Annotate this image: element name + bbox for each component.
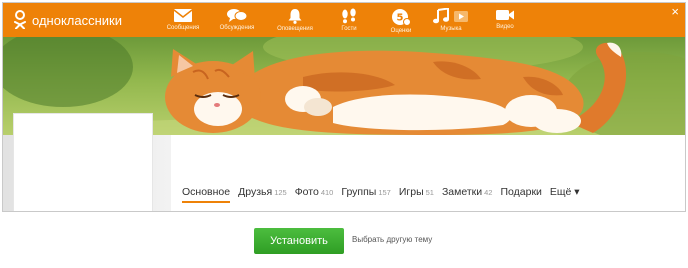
tab-photos[interactable]: Фото 410 <box>295 186 334 203</box>
close-icon[interactable]: × <box>671 5 679 18</box>
footprints-icon <box>342 8 356 24</box>
svg-text:5: 5 <box>397 13 404 24</box>
profile-tabs: Основное Друзья 125 Фото 410 Группы 157 Игр… <box>182 186 588 206</box>
rating-badge-icon: 5 <box>392 9 411 26</box>
nav-label: Сообщения <box>166 25 200 31</box>
tab-count: 125 <box>274 188 287 197</box>
chat-bubbles-icon <box>227 9 248 22</box>
ok-logo[interactable]: одноклассники <box>13 10 122 30</box>
nav-messages[interactable]: Сообщения <box>155 8 211 31</box>
nav-label: Видео <box>496 24 514 30</box>
nav-music[interactable]: Музыка <box>423 8 479 32</box>
nav-discussions[interactable]: Обсуждения <box>209 8 265 31</box>
tab-groups[interactable]: Группы 157 <box>341 186 391 203</box>
nav-video[interactable]: Видео <box>477 8 533 30</box>
tab-count: 51 <box>425 188 434 197</box>
envelope-icon <box>173 9 193 22</box>
tab-label: Фото <box>294 186 319 198</box>
nav-guests[interactable]: Гости <box>321 8 377 32</box>
tab-label: Игры <box>398 186 424 198</box>
choose-other-theme-link[interactable]: Выбрать другую тему <box>352 235 432 244</box>
nav-notifications[interactable]: Оповещения <box>267 8 323 32</box>
tab-friends[interactable]: Друзья 125 <box>238 186 287 203</box>
tab-notes[interactable]: Заметки 42 <box>442 186 493 203</box>
tab-more[interactable]: Ещё ▾ <box>550 186 580 203</box>
bell-icon <box>288 9 302 24</box>
tab-count: 157 <box>378 188 391 197</box>
avatar-footer-strip <box>13 211 153 212</box>
install-theme-button[interactable]: Установить <box>254 228 344 254</box>
music-note-icon <box>433 8 468 24</box>
tab-label: Ещё ▾ <box>549 186 580 198</box>
nav-label: Гости <box>341 26 357 32</box>
logo-text: одноклассники <box>32 12 122 28</box>
tab-label: Заметки <box>441 186 483 198</box>
nav-label: Оповещения <box>277 26 313 32</box>
tab-label: Основное <box>182 186 231 198</box>
video-camera-icon <box>496 10 514 20</box>
tab-main[interactable]: Основное <box>182 186 231 203</box>
tab-games[interactable]: Игры 51 <box>399 186 434 203</box>
nav-label: Оценки <box>390 28 412 34</box>
tab-label: Друзья <box>238 186 273 198</box>
ok-logo-icon <box>13 10 27 30</box>
nav-label: Обсуждения <box>219 25 255 31</box>
tab-label: Подарки <box>500 186 542 198</box>
tab-count: 42 <box>484 188 493 197</box>
tab-gifts[interactable]: Подарки <box>500 186 541 203</box>
top-bar: одноклассники Сообщения Обсуждения Опове… <box>3 3 685 37</box>
tab-label: Группы <box>341 186 377 198</box>
nav-ratings[interactable]: 5 Оценки <box>373 8 429 34</box>
tab-count: 410 <box>320 188 334 197</box>
nav-label: Музыка <box>440 26 462 32</box>
avatar[interactable] <box>13 113 153 211</box>
theme-preview-frame: одноклассники Сообщения Обсуждения Опове… <box>2 2 686 212</box>
